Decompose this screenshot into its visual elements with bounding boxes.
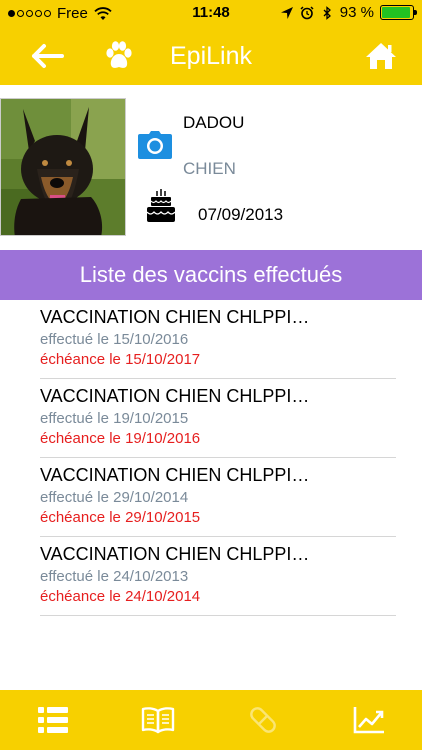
vaccine-due-date: échéance le 15/10/2017 [40, 351, 201, 368]
status-bar: Free 11:48 93 % [0, 0, 422, 28]
tab-bar [0, 690, 422, 750]
camera-button[interactable] [137, 130, 173, 160]
vaccine-due-date: échéance le 19/10/2016 [40, 430, 201, 447]
vaccine-done-date: effectué le 15/10/2016 [40, 331, 189, 348]
dog-photo [1, 99, 125, 235]
vaccine-title: VACCINATION CHIEN CHLPPI… [40, 386, 310, 406]
vaccine-list: VACCINATION CHIEN CHLPPI… effectué le 15… [0, 300, 422, 616]
pet-name: DADOU [183, 113, 245, 132]
battery-fill [382, 7, 410, 18]
vaccine-due-date: échéance le 24/10/2014 [40, 588, 201, 605]
vaccine-due-date: échéance le 29/10/2015 [40, 509, 201, 526]
birth-date: 07/09/2013 [198, 205, 284, 224]
tab-book[interactable] [139, 702, 177, 738]
home-icon [366, 43, 396, 69]
tab-chart[interactable] [350, 702, 388, 738]
vaccine-title: VACCINATION CHIEN CHLPPI… [40, 307, 310, 327]
navbar: EpiLink [0, 28, 422, 85]
vaccine-done-date: effectué le 24/10/2013 [40, 568, 189, 585]
book-icon [141, 707, 175, 734]
tab-pill[interactable] [244, 702, 282, 738]
alarm-icon [300, 5, 314, 19]
pill-icon [250, 707, 276, 733]
page-title: EpiLink [170, 42, 252, 70]
row-divider [40, 615, 396, 616]
vaccine-done-date: effectué le 19/10/2015 [40, 410, 189, 427]
vaccine-row[interactable]: VACCINATION CHIEN CHLPPI… effectué le 29… [0, 458, 422, 537]
vaccine-row[interactable]: VACCINATION CHIEN CHLPPI… effectué le 15… [0, 300, 422, 379]
birthday-cake-icon [146, 188, 176, 224]
battery-percent: 93 % [339, 4, 374, 21]
pet-profile: DADOU CHIEN 07/09/2013 [0, 85, 422, 250]
location-icon [280, 6, 293, 19]
home-button[interactable] [362, 38, 400, 74]
chart-icon [353, 707, 384, 734]
battery-icon [380, 5, 417, 20]
vaccine-title: VACCINATION CHIEN CHLPPI… [40, 465, 310, 485]
vaccine-done-date: effectué le 29/10/2014 [40, 489, 189, 506]
vaccine-row[interactable]: VACCINATION CHIEN CHLPPI… effectué le 24… [0, 537, 422, 616]
vaccine-row[interactable]: VACCINATION CHIEN CHLPPI… effectué le 19… [0, 379, 422, 458]
list-icon [38, 707, 68, 733]
vaccines-header: Liste des vaccins effectués [0, 250, 422, 300]
vaccine-title: VACCINATION CHIEN CHLPPI… [40, 544, 310, 564]
camera-icon [138, 131, 172, 159]
pet-photo[interactable] [0, 98, 126, 236]
pet-species: CHIEN [183, 159, 236, 178]
status-right: 93 % [280, 4, 417, 21]
bluetooth-icon [323, 5, 331, 20]
tab-list[interactable] [34, 702, 72, 738]
